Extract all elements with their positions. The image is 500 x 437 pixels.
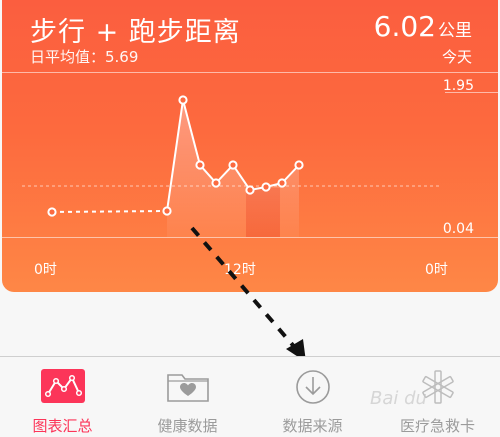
tab-dashboard-label: 图表汇总 xyxy=(32,417,93,435)
tab-health-data-label: 健康数据 xyxy=(157,417,218,435)
download-icon xyxy=(295,369,331,409)
watermark: Bai du xyxy=(370,388,427,409)
folder-heart-icon xyxy=(166,369,210,407)
tab-sources[interactable]: 数据来源 xyxy=(250,357,375,437)
tab-medical-id-label: 医疗急救卡 xyxy=(399,417,475,435)
tab-dashboard[interactable]: 图表汇总 xyxy=(0,357,125,437)
chart-icon xyxy=(40,369,85,407)
tab-sources-label: 数据来源 xyxy=(282,417,343,435)
tab-health-data[interactable]: 健康数据 xyxy=(125,357,250,437)
